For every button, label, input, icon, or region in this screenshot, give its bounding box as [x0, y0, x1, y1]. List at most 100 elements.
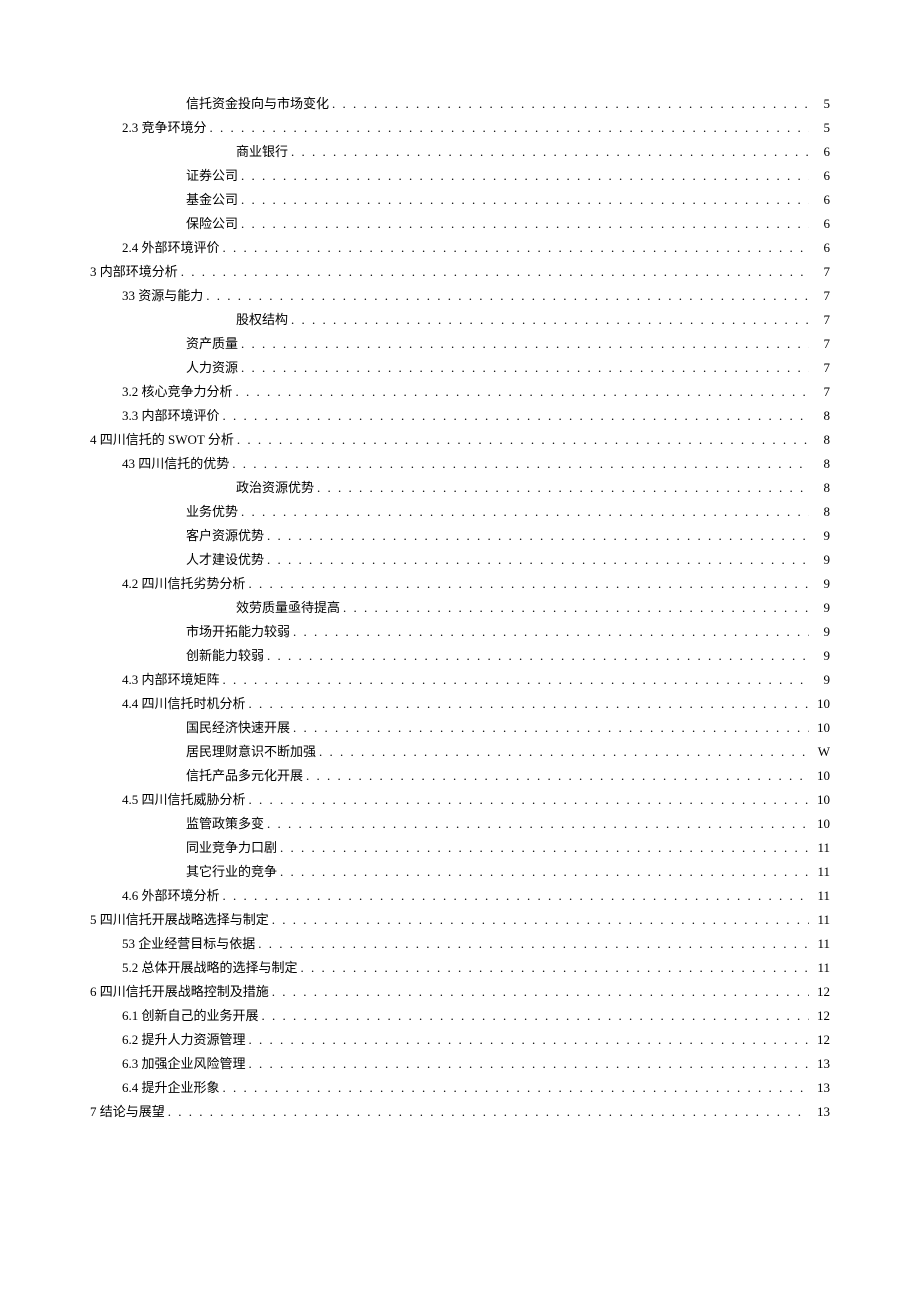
- toc-page-number: W: [812, 740, 830, 764]
- toc-label: 5.2 总体开展战略的选择与制定: [122, 956, 298, 980]
- toc-label: 创新能力较弱: [186, 644, 264, 668]
- toc-page-number: 9: [812, 524, 830, 548]
- toc-entry: 4.4 四川信托时机分析 10: [90, 692, 830, 716]
- toc-entry: 3.2 核心竞争力分析7: [90, 380, 830, 404]
- toc-leader-dots: [241, 188, 809, 212]
- toc-entry: 保险公司6: [90, 212, 830, 236]
- toc-entry: 43 四川信托的优势8: [90, 452, 830, 476]
- toc-label: 4.3 内部环境矩阵: [122, 668, 220, 692]
- toc-entry: 53 企业经营目标与依据11: [90, 932, 830, 956]
- toc-leader-dots: [267, 524, 809, 548]
- toc-entry: 6.2 提升人力资源管理12: [90, 1028, 830, 1052]
- toc-entry: 人才建设优势 9: [90, 548, 830, 572]
- toc-page-number: 11: [812, 908, 830, 932]
- toc-page-number: 13: [812, 1076, 830, 1100]
- toc-entry: 6 四川信托开展战略控制及措施12: [90, 980, 830, 1004]
- toc-page-number: 6: [812, 236, 830, 260]
- toc-page-number: 7: [812, 308, 830, 332]
- toc-label: 6.2 提升人力资源管理: [122, 1028, 246, 1052]
- toc-leader-dots: [241, 356, 809, 380]
- toc-leader-dots: [249, 572, 809, 596]
- toc-label: 人才建设优势: [186, 548, 264, 572]
- toc-page-number: 5: [812, 92, 830, 116]
- toc-label: 2.4 外部环境评价: [122, 236, 220, 260]
- toc-leader-dots: [249, 1052, 809, 1076]
- toc-page-number: 10: [812, 692, 830, 716]
- toc-page-number: 7: [812, 356, 830, 380]
- toc-leader-dots: [343, 596, 809, 620]
- toc-entry: 市场开拓能力较弱9: [90, 620, 830, 644]
- toc-label: 人力资源: [186, 356, 238, 380]
- toc-label: 43 四川信托的优势: [122, 452, 229, 476]
- toc-page-number: 5: [812, 116, 830, 140]
- toc-leader-dots: [241, 332, 809, 356]
- toc-entry: 3 内部环境分析7: [90, 260, 830, 284]
- toc-label: 4 四川信托的 SWOT 分析: [90, 428, 234, 452]
- toc-leader-dots: [249, 692, 809, 716]
- toc-leader-dots: [223, 668, 809, 692]
- toc-entry: 人力资源 7: [90, 356, 830, 380]
- toc-label: 6.1 创新自己的业务开展: [122, 1004, 259, 1028]
- toc-label: 6.4 提升企业形象: [122, 1076, 220, 1100]
- toc-label: 证券公司: [186, 164, 238, 188]
- toc-entry: 同业竞争力口剧11: [90, 836, 830, 860]
- toc-page-number: 10: [812, 788, 830, 812]
- toc-page-number: 10: [812, 812, 830, 836]
- toc-leader-dots: [267, 644, 809, 668]
- toc-entry: 5 四川信托开展战略选择与制定 11: [90, 908, 830, 932]
- toc-entry: 资产质量 7: [90, 332, 830, 356]
- toc-label: 5 四川信托开展战略选择与制定: [90, 908, 269, 932]
- toc-label: 资产质量: [186, 332, 238, 356]
- toc-page-number: 8: [812, 428, 830, 452]
- toc-leader-dots: [232, 452, 809, 476]
- toc-entry: 国民经济快速开展10: [90, 716, 830, 740]
- toc-entry: 6.3 加强企业风险管理13: [90, 1052, 830, 1076]
- toc-leader-dots: [223, 1076, 809, 1100]
- toc-leader-dots: [291, 308, 809, 332]
- toc-leader-dots: [258, 932, 809, 956]
- toc-label: 信托资金投向与市场变化: [186, 92, 329, 116]
- toc-entry: 基金公司6: [90, 188, 830, 212]
- toc-label: 2.3 竞争环境分: [122, 116, 207, 140]
- toc-entry: 信托资金投向与市场变化 5: [90, 92, 830, 116]
- toc-label: 4.4 四川信托时机分析: [122, 692, 246, 716]
- toc-page-number: 12: [812, 980, 830, 1004]
- toc-label: 4.2 四川信托劣势分析: [122, 572, 246, 596]
- toc-entry: 6.1 创新自己的业务开展12: [90, 1004, 830, 1028]
- toc-label: 基金公司: [186, 188, 238, 212]
- toc-leader-dots: [236, 380, 809, 404]
- toc-page-number: 9: [812, 644, 830, 668]
- toc-entry: 4.2 四川信托劣势分析9: [90, 572, 830, 596]
- toc-page-number: 9: [812, 548, 830, 572]
- toc-entry: 2.3 竞争环境分 5: [90, 116, 830, 140]
- toc-label: 3 内部环境分析: [90, 260, 178, 284]
- toc-leader-dots: [237, 428, 809, 452]
- toc-entry: 4.6 外部环境分析11: [90, 884, 830, 908]
- toc-entry: 4 四川信托的 SWOT 分析 8: [90, 428, 830, 452]
- toc-leader-dots: [249, 788, 809, 812]
- toc-leader-dots: [306, 764, 809, 788]
- toc-entry: 2.4 外部环境评价 6: [90, 236, 830, 260]
- toc-label: 政治资源优势: [236, 476, 314, 500]
- toc-label: 监管政策多变: [186, 812, 264, 836]
- toc-page-number: 9: [812, 620, 830, 644]
- toc-page-number: 6: [812, 140, 830, 164]
- toc-leader-dots: [267, 812, 809, 836]
- toc-page-number: 11: [812, 836, 830, 860]
- toc-leader-dots: [332, 92, 809, 116]
- toc-leader-dots: [267, 548, 809, 572]
- toc-label: 33 资源与能力: [122, 284, 203, 308]
- toc-leader-dots: [272, 980, 809, 1004]
- toc-label: 居民理财意识不断加强: [186, 740, 316, 764]
- toc-leader-dots: [319, 740, 809, 764]
- toc-entry: 4.5 四川信托威胁分析10: [90, 788, 830, 812]
- toc-leader-dots: [223, 236, 809, 260]
- toc-page-number: 9: [812, 596, 830, 620]
- toc-label: 保险公司: [186, 212, 238, 236]
- toc-leader-dots: [301, 956, 809, 980]
- toc-entry: 政治资源优势8: [90, 476, 830, 500]
- toc-leader-dots: [241, 212, 809, 236]
- toc-page-number: 7: [812, 380, 830, 404]
- toc-page-number: 7: [812, 332, 830, 356]
- toc-label: 6.3 加强企业风险管理: [122, 1052, 246, 1076]
